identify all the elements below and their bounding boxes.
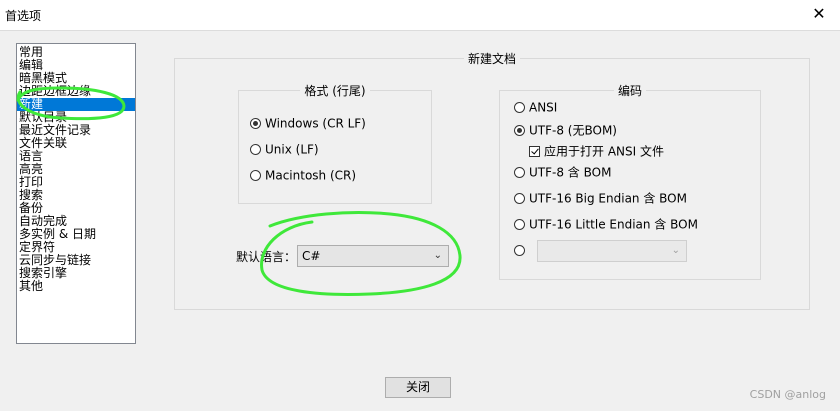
default-language-label: 默认语言：	[236, 250, 297, 264]
radio-icon	[514, 102, 525, 113]
chevron-down-icon: ⌄	[671, 245, 680, 256]
format-option-unix[interactable]: Unix (LF)	[250, 140, 319, 158]
encoding-title: 编码	[617, 84, 642, 98]
encoding-option-ansi[interactable]: ANSI	[514, 98, 557, 116]
radio-icon	[514, 245, 525, 256]
sidebar-item[interactable]: 其他	[17, 280, 135, 293]
new-document-title: 新建文档	[467, 52, 516, 66]
encoding-option-custom[interactable]	[514, 241, 529, 259]
chevron-down-icon: ⌄	[433, 250, 442, 261]
encoding-option-utf16-be[interactable]: UTF-16 Big Endian 含 BOM	[514, 189, 687, 207]
watermark: CSDN @anlog	[749, 388, 826, 401]
radio-icon	[250, 144, 261, 155]
radio-icon	[514, 125, 525, 136]
format-title: 格式 (行尾)	[304, 84, 366, 98]
default-language-select[interactable]: C# ⌄	[297, 245, 449, 267]
close-window-icon[interactable]: ✕	[804, 3, 834, 25]
encoding-option-utf8-nobom[interactable]: UTF-8 (无BOM)	[514, 121, 617, 139]
encoding-option-utf16-le[interactable]: UTF-16 Little Endian 含 BOM	[514, 215, 698, 233]
radio-icon	[250, 118, 261, 129]
radio-icon	[514, 193, 525, 204]
window-title: 首选项	[5, 9, 42, 23]
title-bar: 首选项 ✕	[0, 0, 840, 30]
radio-icon	[514, 219, 525, 230]
apply-to-ansi-checkbox[interactable]: 应用于打开 ANSI 文件	[529, 142, 664, 160]
radio-icon	[514, 167, 525, 178]
default-language-value: C#	[302, 249, 321, 263]
category-list[interactable]: 常用 编辑 暗黑模式 边距边框边缘 新建 默认目录 最近文件记录 文件关联 语言 高亮 打印 搜索 备份…	[16, 43, 136, 344]
custom-encoding-select: ⌄	[537, 240, 687, 262]
format-option-windows[interactable]: Windows (CR LF)	[250, 114, 366, 132]
encoding-option-utf8-bom[interactable]: UTF-8 含 BOM	[514, 163, 611, 181]
close-button[interactable]: 关闭	[385, 377, 451, 398]
checkbox-icon	[529, 146, 540, 157]
format-option-mac[interactable]: Macintosh (CR)	[250, 166, 356, 184]
radio-icon	[250, 170, 261, 181]
